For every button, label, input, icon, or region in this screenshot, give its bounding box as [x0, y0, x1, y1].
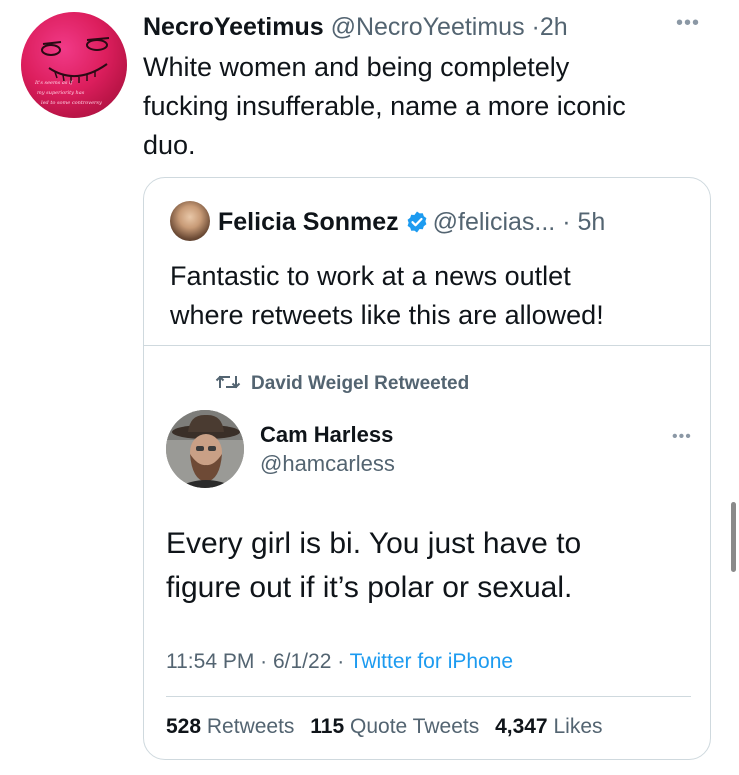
avatar-image: It's seems as if my superiority has led …	[21, 12, 127, 118]
avatar-caption-2: my superiority has	[37, 90, 85, 96]
quoted-tweet-header: Felicia Sonmez @felicias... · 5h	[218, 206, 605, 238]
divider	[144, 345, 710, 346]
retweets-count: 528	[166, 715, 202, 738]
timestamp-row: 11:54 PM · 6/1/22 · Twitter for iPhone	[166, 650, 513, 674]
avatar-felicia-sonmez[interactable]	[170, 201, 210, 241]
separator: ·	[531, 13, 540, 41]
tweet-text: White women and being completely fucking…	[143, 48, 723, 165]
avatar-caption-3: led to some controversy	[41, 100, 102, 106]
avatar-caption-1: It's seems as if	[34, 80, 74, 86]
quoted-tweet-text: Fantastic to work at a news outlet where…	[170, 257, 690, 335]
verified-badge-icon	[407, 211, 427, 233]
tweet-text-line: fucking insufferable, name a more iconic	[143, 91, 626, 121]
scrollbar[interactable]	[731, 502, 736, 572]
avatar-image	[166, 410, 244, 488]
quoted-text-line: where retweets like this are allowed!	[170, 300, 604, 330]
retweet-icon	[215, 375, 241, 389]
likes-stat[interactable]: 4,347 Likes	[495, 715, 602, 738]
quote-tweets-stat[interactable]: 115 Quote Tweets	[310, 715, 479, 738]
likes-label: Likes	[553, 715, 603, 738]
tweet-text-line: duo.	[143, 130, 196, 160]
retweets-stat[interactable]: 528 Retweets	[166, 715, 294, 738]
timestamp[interactable]: 11:54 PM · 6/1/22 ·	[166, 650, 350, 673]
tweet-time[interactable]: 5h	[578, 208, 606, 236]
embedded-text-line: Every girl is bi. You just have to	[166, 527, 582, 560]
quotes-label: Quote Tweets	[350, 715, 480, 738]
separator: ·	[562, 208, 571, 236]
user-handle[interactable]: @hamcarless	[260, 451, 395, 477]
engagement-stats: 528 Retweets 115 Quote Tweets 4,347 Like…	[166, 715, 613, 739]
avatar-necroyeetimus[interactable]: It's seems as if my superiority has led …	[21, 12, 127, 118]
quoted-tweet-card[interactable]: Felicia Sonmez @felicias... · 5h Fantast…	[143, 177, 711, 760]
more-horizontal-icon[interactable]: •••	[676, 12, 710, 34]
retweets-label: Retweets	[206, 715, 295, 738]
display-name[interactable]: Felicia Sonmez	[218, 208, 399, 236]
likes-count: 4,347	[495, 715, 548, 738]
retweeted-by-label: David Weigel Retweeted	[251, 373, 470, 394]
avatar-cam-harless[interactable]	[166, 410, 244, 488]
display-name[interactable]: Cam Harless	[260, 422, 393, 448]
embedded-tweet-text: Every girl is bi. You just have to figur…	[166, 522, 686, 610]
tweet-text-line: White women and being completely	[143, 52, 570, 82]
tweet-source-link[interactable]: Twitter for iPhone	[350, 650, 513, 673]
divider	[166, 696, 691, 697]
more-horizontal-icon[interactable]: •••	[672, 428, 692, 446]
tweet-header: NecroYeetimus @NecroYeetimus ·2h	[143, 10, 568, 44]
embedded-text-line: figure out if it’s polar or sexual.	[166, 571, 573, 604]
quotes-count: 115	[310, 715, 345, 738]
retweeted-by-row[interactable]: David Weigel Retweeted	[215, 372, 469, 395]
display-name[interactable]: NecroYeetimus	[143, 13, 324, 41]
tweet-time[interactable]: 2h	[540, 13, 568, 41]
quoted-text-line: Fantastic to work at a news outlet	[170, 261, 571, 291]
user-handle[interactable]: @NecroYeetimus	[331, 13, 525, 41]
user-handle[interactable]: @felicias...	[433, 208, 556, 236]
